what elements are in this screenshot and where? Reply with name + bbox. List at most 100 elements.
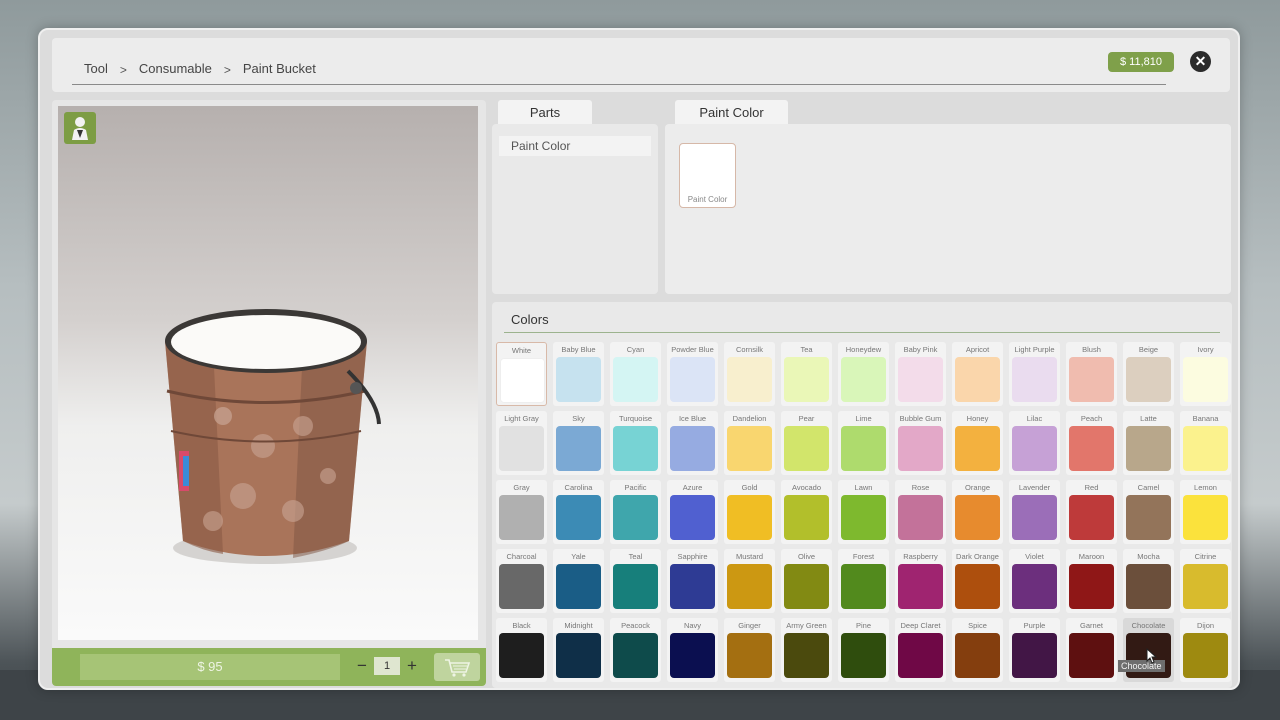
swatch-label: Black <box>512 621 531 630</box>
swatch-color <box>1012 426 1057 471</box>
swatch-baby-pink[interactable]: Baby Pink <box>895 342 946 406</box>
swatch-turquoise[interactable]: Turquoise <box>610 411 661 475</box>
swatch-light-purple[interactable]: Light Purple <box>1009 342 1060 406</box>
close-button[interactable]: ✕ <box>1190 51 1211 72</box>
price-display: $ 95 <box>80 654 340 680</box>
swatch-violet[interactable]: Violet <box>1009 549 1060 613</box>
swatch-color <box>841 633 886 678</box>
swatch-purple[interactable]: Purple <box>1009 618 1060 682</box>
swatch-cyan[interactable]: Cyan <box>610 342 661 406</box>
swatch-peacock[interactable]: Peacock <box>610 618 661 682</box>
swatch-deep-claret[interactable]: Deep Claret <box>895 618 946 682</box>
swatch-midnight[interactable]: Midnight <box>553 618 604 682</box>
swatch-dijon[interactable]: Dijon <box>1180 618 1231 682</box>
swatch-black[interactable]: Black <box>496 618 547 682</box>
swatch-apricot[interactable]: Apricot <box>952 342 1003 406</box>
swatch-label: Chocolate <box>1131 621 1166 630</box>
swatch-lavender[interactable]: Lavender <box>1009 480 1060 544</box>
swatch-label: Dijon <box>1196 621 1215 630</box>
quantity-increase-button[interactable]: + <box>402 653 422 679</box>
swatch-spice[interactable]: Spice <box>952 618 1003 682</box>
breadcrumb-tool[interactable]: Tool <box>72 61 120 76</box>
swatch-avocado[interactable]: Avocado <box>781 480 832 544</box>
swatch-color <box>1126 564 1171 609</box>
swatch-mustard[interactable]: Mustard <box>724 549 775 613</box>
paint-color-panel: Paint Color <box>665 124 1231 294</box>
swatch-ginger[interactable]: Ginger <box>724 618 775 682</box>
swatch-yale[interactable]: Yale <box>553 549 604 613</box>
swatch-lawn[interactable]: Lawn <box>838 480 889 544</box>
swatch-rose[interactable]: Rose <box>895 480 946 544</box>
swatch-charcoal[interactable]: Charcoal <box>496 549 547 613</box>
breadcrumb-separator: > <box>223 63 231 77</box>
swatch-red[interactable]: Red <box>1066 480 1117 544</box>
swatch-honey[interactable]: Honey <box>952 411 1003 475</box>
tab-paint-color[interactable]: Paint Color <box>675 100 788 126</box>
swatch-white[interactable]: White <box>496 342 547 406</box>
avatar-icon[interactable] <box>64 112 96 144</box>
breadcrumb-paint-bucket[interactable]: Paint Bucket <box>231 61 328 76</box>
swatch-bubble-gum[interactable]: Bubble Gum <box>895 411 946 475</box>
part-item-paint-color[interactable]: Paint Color <box>499 136 651 156</box>
swatch-gold[interactable]: Gold <box>724 480 775 544</box>
swatch-ice-blue[interactable]: Ice Blue <box>667 411 718 475</box>
swatch-tea[interactable]: Tea <box>781 342 832 406</box>
breadcrumb: Tool > Consumable > Paint Bucket <box>72 60 328 77</box>
swatch-color <box>499 426 544 471</box>
swatch-cornsilk[interactable]: Cornsilk <box>724 342 775 406</box>
swatch-gray[interactable]: Gray <box>496 480 547 544</box>
swatch-army-green[interactable]: Army Green <box>781 618 832 682</box>
quantity-field[interactable]: 1 <box>374 657 400 675</box>
swatch-label: Pear <box>798 414 815 423</box>
quantity-decrease-button[interactable]: − <box>352 653 372 679</box>
mouse-cursor-icon <box>1146 647 1158 669</box>
swatch-garnet[interactable]: Garnet <box>1066 618 1117 682</box>
swatch-peach[interactable]: Peach <box>1066 411 1117 475</box>
breadcrumb-consumable[interactable]: Consumable <box>127 61 224 76</box>
paint-color-slot[interactable]: Paint Color <box>679 143 736 208</box>
swatch-lime[interactable]: Lime <box>838 411 889 475</box>
swatch-honeydew[interactable]: Honeydew <box>838 342 889 406</box>
swatch-lemon[interactable]: Lemon <box>1180 480 1231 544</box>
swatch-banana[interactable]: Banana <box>1180 411 1231 475</box>
swatch-navy[interactable]: Navy <box>667 618 718 682</box>
swatch-teal[interactable]: Teal <box>610 549 661 613</box>
swatch-ivory[interactable]: Ivory <box>1180 342 1231 406</box>
swatch-label: Beige <box>1138 345 1159 354</box>
swatch-baby-blue[interactable]: Baby Blue <box>553 342 604 406</box>
swatch-citrine[interactable]: Citrine <box>1180 549 1231 613</box>
swatch-blush[interactable]: Blush <box>1066 342 1117 406</box>
swatch-olive[interactable]: Olive <box>781 549 832 613</box>
swatch-orange[interactable]: Orange <box>952 480 1003 544</box>
swatch-label: Sapphire <box>677 552 708 561</box>
swatch-label: Peach <box>1080 414 1103 423</box>
swatch-dandelion[interactable]: Dandelion <box>724 411 775 475</box>
swatch-mocha[interactable]: Mocha <box>1123 549 1174 613</box>
swatch-label: Baby Pink <box>903 345 938 354</box>
add-to-cart-button[interactable] <box>434 653 480 681</box>
swatch-pacific[interactable]: Pacific <box>610 480 661 544</box>
swatch-sapphire[interactable]: Sapphire <box>667 549 718 613</box>
swatch-lilac[interactable]: Lilac <box>1009 411 1060 475</box>
swatch-pine[interactable]: Pine <box>838 618 889 682</box>
swatch-latte[interactable]: Latte <box>1123 411 1174 475</box>
swatch-label: Peacock <box>621 621 650 630</box>
swatch-sky[interactable]: Sky <box>553 411 604 475</box>
paint-color-slot-label: Paint Color <box>687 195 728 204</box>
item-preview[interactable] <box>58 106 478 640</box>
swatch-dark-orange[interactable]: Dark Orange <box>952 549 1003 613</box>
swatch-maroon[interactable]: Maroon <box>1066 549 1117 613</box>
swatch-pear[interactable]: Pear <box>781 411 832 475</box>
tab-parts[interactable]: Parts <box>498 100 592 126</box>
swatch-carolina[interactable]: Carolina <box>553 480 604 544</box>
swatch-color <box>841 564 886 609</box>
swatch-camel[interactable]: Camel <box>1123 480 1174 544</box>
swatch-forest[interactable]: Forest <box>838 549 889 613</box>
swatch-light-gray[interactable]: Light Gray <box>496 411 547 475</box>
swatch-beige[interactable]: Beige <box>1123 342 1174 406</box>
swatch-raspberry[interactable]: Raspberry <box>895 549 946 613</box>
swatch-color <box>670 426 715 471</box>
swatch-color <box>556 495 601 540</box>
swatch-powder-blue[interactable]: Powder Blue <box>667 342 718 406</box>
swatch-azure[interactable]: Azure <box>667 480 718 544</box>
